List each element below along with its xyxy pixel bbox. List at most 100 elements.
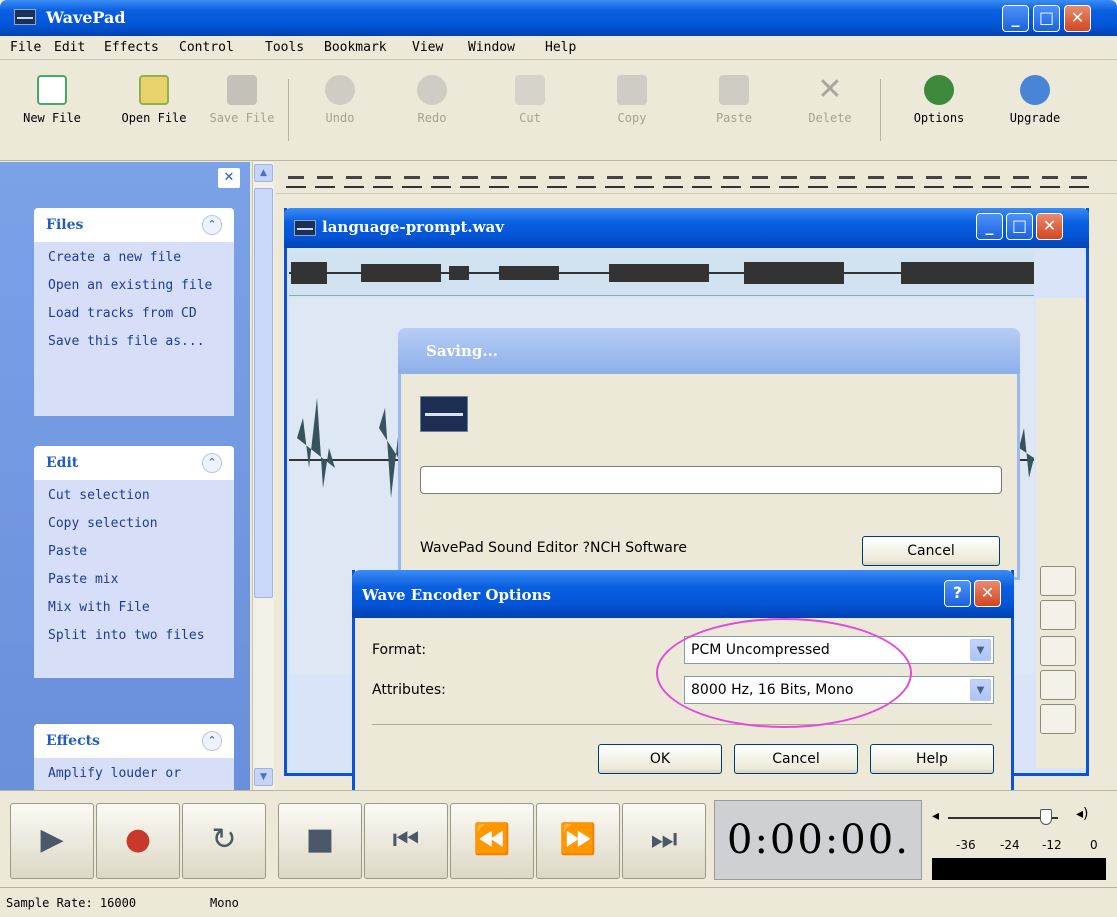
effect-tool-icon[interactable] <box>460 168 480 188</box>
menu-help[interactable]: Help <box>545 40 576 55</box>
task-pane-scrollbar[interactable]: ▲ ▼ <box>252 162 274 790</box>
saving-cancel-button[interactable]: Cancel <box>862 536 1000 566</box>
upgrade-button[interactable]: Upgrade <box>990 67 1080 153</box>
menu-effects[interactable]: Effects <box>104 40 159 55</box>
link-paste-mix[interactable]: Paste mix <box>48 572 222 587</box>
collapse-chevron-icon[interactable]: ⌃ <box>202 731 222 751</box>
pencil-icon[interactable] <box>1040 566 1076 596</box>
link-load-tracks-from-cd[interactable]: Load tracks from CD <box>48 306 222 321</box>
effect-tool-icon[interactable] <box>547 168 567 188</box>
effect-tool-icon[interactable] <box>750 168 770 188</box>
link-cut-selection[interactable]: Cut selection <box>48 488 222 503</box>
task-pane-close-button[interactable]: ✕ <box>218 168 240 188</box>
effect-tool-icon[interactable] <box>1011 168 1031 188</box>
save-file-button[interactable]: Save File <box>202 67 282 153</box>
scroll-thumb[interactable] <box>254 188 273 598</box>
document-maximize-button[interactable]: □ <box>1006 213 1033 240</box>
zoom-icon[interactable] <box>1040 704 1076 734</box>
menu-control[interactable]: Control <box>179 40 234 55</box>
effect-tool-icon[interactable] <box>634 168 654 188</box>
effect-tool-icon[interactable] <box>373 168 393 188</box>
chevron-down-icon[interactable]: ▼ <box>970 639 991 661</box>
menu-edit[interactable]: Edit <box>54 40 85 55</box>
effect-tool-icon[interactable] <box>895 168 915 188</box>
link-create-new-file[interactable]: Create a new file <box>48 250 222 265</box>
volume-slider-thumb[interactable] <box>1040 809 1052 825</box>
delete-button[interactable]: ✕ Delete <box>790 67 870 153</box>
maximize-button[interactable]: □ <box>1033 5 1060 32</box>
effect-tool-icon[interactable] <box>982 168 1002 188</box>
new-file-button[interactable]: New File <box>2 67 102 153</box>
link-split-into-two-files[interactable]: Split into two files <box>48 628 222 643</box>
skip-to-end-button[interactable]: ⏭ <box>622 803 706 879</box>
rewind-button[interactable]: ⏪ <box>450 803 534 879</box>
redo-button[interactable]: Redo <box>392 67 472 153</box>
menu-tools[interactable]: Tools <box>265 40 304 55</box>
cut-button[interactable]: Cut <box>490 67 570 153</box>
waveform-tool-icon-3[interactable] <box>1040 670 1076 700</box>
effect-tool-icon[interactable] <box>605 168 625 188</box>
effect-tool-icon[interactable] <box>315 168 335 188</box>
waveform-tool-icon[interactable] <box>1040 600 1076 630</box>
encoder-cancel-button[interactable]: Cancel <box>734 744 858 774</box>
skip-to-start-button[interactable]: ⏮ <box>364 803 448 879</box>
loop-play-button[interactable]: ↻ <box>182 803 266 879</box>
link-mix-with-file[interactable]: Mix with File <box>48 600 222 615</box>
effect-tool-icon[interactable] <box>518 168 538 188</box>
effect-tool-icon[interactable] <box>286 168 306 188</box>
stop-button[interactable]: ■ <box>278 803 362 879</box>
context-help-button[interactable]: ? <box>944 580 971 607</box>
play-button[interactable]: ▶ <box>10 803 94 879</box>
options-button[interactable]: Options <box>894 67 984 153</box>
document-close-button[interactable]: ✕ <box>1036 213 1063 240</box>
ok-button[interactable]: OK <box>598 744 722 774</box>
close-button[interactable]: ✕ <box>1064 5 1091 32</box>
link-copy-selection[interactable]: Copy selection <box>48 516 222 531</box>
effect-tool-icon[interactable] <box>663 168 683 188</box>
chevron-down-icon[interactable]: ▼ <box>970 679 991 701</box>
copy-button[interactable]: Copy <box>592 67 672 153</box>
effect-tool-icon[interactable] <box>344 168 364 188</box>
menu-window[interactable]: Window <box>468 40 515 55</box>
link-amplify[interactable]: Amplify louder or <box>48 766 222 781</box>
collapse-chevron-icon[interactable]: ⌃ <box>202 215 222 235</box>
effect-tool-icon[interactable] <box>779 168 799 188</box>
waveform-tool-icon-2[interactable] <box>1040 636 1076 666</box>
help-button[interactable]: Help <box>870 744 994 774</box>
effect-tool-icon[interactable] <box>721 168 741 188</box>
effect-tool-icon[interactable] <box>489 168 509 188</box>
minimize-button[interactable]: _ <box>1002 5 1029 32</box>
collapse-chevron-icon[interactable]: ⌃ <box>202 453 222 473</box>
fast-forward-button[interactable]: ⏩ <box>536 803 620 879</box>
waveform-overview[interactable] <box>289 250 1034 296</box>
files-section-header[interactable]: Files ⌃ <box>34 208 234 242</box>
menu-view[interactable]: View <box>412 40 443 55</box>
effect-tool-icon[interactable] <box>808 168 828 188</box>
effect-tool-icon[interactable] <box>1069 168 1089 188</box>
scroll-down-icon[interactable]: ▼ <box>254 768 273 786</box>
scroll-up-icon[interactable]: ▲ <box>254 164 273 182</box>
wavepad-app-icon[interactable] <box>14 9 36 25</box>
document-minimize-button[interactable]: _ <box>976 213 1003 240</box>
effect-tool-icon[interactable] <box>692 168 712 188</box>
effect-tool-icon[interactable] <box>402 168 422 188</box>
effects-section-header[interactable]: Effects ⌃ <box>34 724 234 758</box>
menu-file[interactable]: File <box>10 40 41 55</box>
link-save-file-as[interactable]: Save this file as... <box>48 334 222 349</box>
edit-section-header[interactable]: Edit ⌃ <box>34 446 234 480</box>
effect-tool-icon[interactable] <box>924 168 944 188</box>
effect-tool-icon[interactable] <box>1040 168 1060 188</box>
effect-tool-icon[interactable] <box>431 168 451 188</box>
paste-button[interactable]: Paste <box>694 67 774 153</box>
link-open-existing-file[interactable]: Open an existing file <box>48 278 222 293</box>
encoder-close-button[interactable]: ✕ <box>974 580 1001 607</box>
undo-button[interactable]: Undo <box>300 67 380 153</box>
effect-tool-icon[interactable] <box>837 168 857 188</box>
effect-tool-icon[interactable] <box>953 168 973 188</box>
open-file-button[interactable]: Open File <box>108 67 200 153</box>
record-button[interactable]: ● <box>96 803 180 879</box>
link-paste[interactable]: Paste <box>48 544 222 559</box>
effect-tool-icon[interactable] <box>866 168 886 188</box>
effect-tool-icon[interactable] <box>576 168 596 188</box>
menu-bookmark[interactable]: Bookmark <box>324 40 387 55</box>
